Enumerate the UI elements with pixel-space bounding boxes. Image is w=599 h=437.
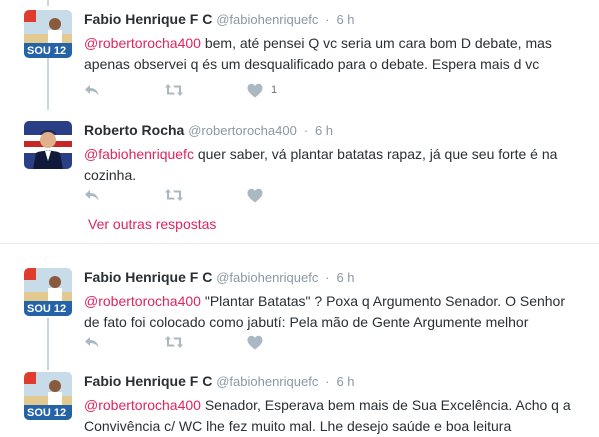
separator-dot: · — [325, 374, 330, 389]
tweet-text-line2: de fato foi colocado como jabutí: Pela m… — [84, 314, 529, 330]
tweet-text-line1: Senador, Esperava bem mais de Sua Excelê… — [200, 397, 571, 413]
avatar-fabio[interactable]: SOU 12 — [24, 10, 72, 58]
timestamp[interactable]: 6 h — [336, 12, 354, 27]
tweet-4[interactable]: SOU 12 Fabio Henrique F C @fabiohenrique… — [0, 372, 599, 435]
section-divider — [0, 243, 599, 244]
retweet-button[interactable] — [164, 80, 184, 100]
thread-line-top — [47, 0, 49, 6]
reply-button[interactable] — [84, 185, 100, 205]
username[interactable]: @fabiohenriquefc — [216, 374, 318, 389]
like-icon — [247, 335, 263, 349]
like-button[interactable]: 1 — [247, 80, 277, 100]
separator-dot: · — [325, 12, 330, 27]
timestamp[interactable]: 6 h — [315, 123, 333, 138]
timestamp[interactable]: 6 h — [336, 374, 354, 389]
reply-button[interactable] — [84, 332, 100, 352]
tweet-3[interactable]: SOU 12 Fabio Henrique F C @fabiohenrique… — [0, 268, 599, 368]
tweet-text-line1: "Plantar Batatas" ? Poxa q Argumento Sen… — [200, 293, 566, 309]
username[interactable]: @fabiohenriquefc — [216, 270, 318, 285]
like-icon — [247, 188, 263, 202]
reply-icon — [85, 85, 99, 96]
retweet-button[interactable] — [164, 332, 184, 352]
retweet-icon — [165, 189, 183, 201]
username[interactable]: @robertorocha400 — [188, 123, 297, 138]
tweet-text-line2: apenas observei q és um desqualificado p… — [84, 56, 540, 72]
tweet-text-line1: quer saber, vá plantar batatas rapaz, já… — [193, 146, 558, 162]
tweet-text-line1: bem, até pensei Q vc seria um cara bom D… — [200, 35, 552, 51]
tweet-text: @fabiohenriquefc quer saber, vá plantar … — [84, 144, 584, 186]
tweet-1[interactable]: SOU 12 Fabio Henrique F C @fabiohenrique… — [0, 10, 599, 110]
mention-link[interactable]: @robertorocha400 — [84, 293, 201, 309]
retweet-icon — [165, 336, 183, 348]
retweet-icon — [165, 84, 183, 96]
reply-icon — [85, 190, 99, 201]
tweet-text: @robertorocha400 bem, até pensei Q vc se… — [84, 33, 584, 75]
display-name[interactable]: Fabio Henrique F C — [84, 269, 212, 285]
like-count: 1 — [271, 84, 278, 96]
avatar-badge: SOU 12 — [27, 303, 67, 315]
tweet-header: Roberto Rocha @robertorocha400 · 6 h — [84, 122, 333, 138]
like-button[interactable] — [247, 332, 271, 352]
mention-link[interactable]: @fabiohenriquefc — [84, 146, 194, 162]
display-name[interactable]: Roberto Rocha — [84, 122, 184, 138]
tweet-2[interactable]: Roberto Rocha @robertorocha400 · 6 h @fa… — [0, 121, 599, 211]
avatar-roberto[interactable] — [24, 121, 72, 169]
like-icon — [247, 83, 263, 97]
mention-link[interactable]: @robertorocha400 — [84, 397, 201, 413]
timestamp[interactable]: 6 h — [336, 270, 354, 285]
avatar-badge: SOU 12 — [27, 45, 67, 57]
display-name[interactable]: Fabio Henrique F C — [84, 11, 212, 27]
separator-dot: · — [325, 270, 330, 285]
reply-icon — [85, 337, 99, 348]
separator-dot: · — [303, 123, 309, 138]
tweet-text-line2: Convivência c/ WC lhe fez muito mal. Lhe… — [84, 418, 512, 434]
tweet-header: Fabio Henrique F C @fabiohenriquefc · 6 … — [84, 373, 355, 389]
tweet-header: Fabio Henrique F C @fabiohenriquefc · 6 … — [84, 269, 355, 285]
mention-link[interactable]: @robertorocha400 — [84, 35, 201, 51]
like-button[interactable] — [247, 185, 271, 205]
tweet-text: @robertorocha400 "Plantar Batatas" ? Pox… — [84, 291, 584, 333]
reply-button[interactable] — [84, 80, 100, 100]
tweet-text-line2: cozinha. — [84, 167, 137, 183]
more-replies-link[interactable]: Ver outras respostas — [88, 216, 216, 232]
avatar-fabio[interactable]: SOU 12 — [24, 372, 72, 420]
avatar-fabio[interactable]: SOU 12 — [24, 268, 72, 316]
display-name[interactable]: Fabio Henrique F C — [84, 373, 212, 389]
tweet-header: Fabio Henrique F C @fabiohenriquefc · 6 … — [84, 11, 355, 27]
username[interactable]: @fabiohenriquefc — [216, 12, 318, 27]
avatar-badge: SOU 12 — [27, 407, 67, 419]
tweet-text: @robertorocha400 Senador, Esperava bem m… — [84, 395, 584, 437]
retweet-button[interactable] — [164, 185, 184, 205]
